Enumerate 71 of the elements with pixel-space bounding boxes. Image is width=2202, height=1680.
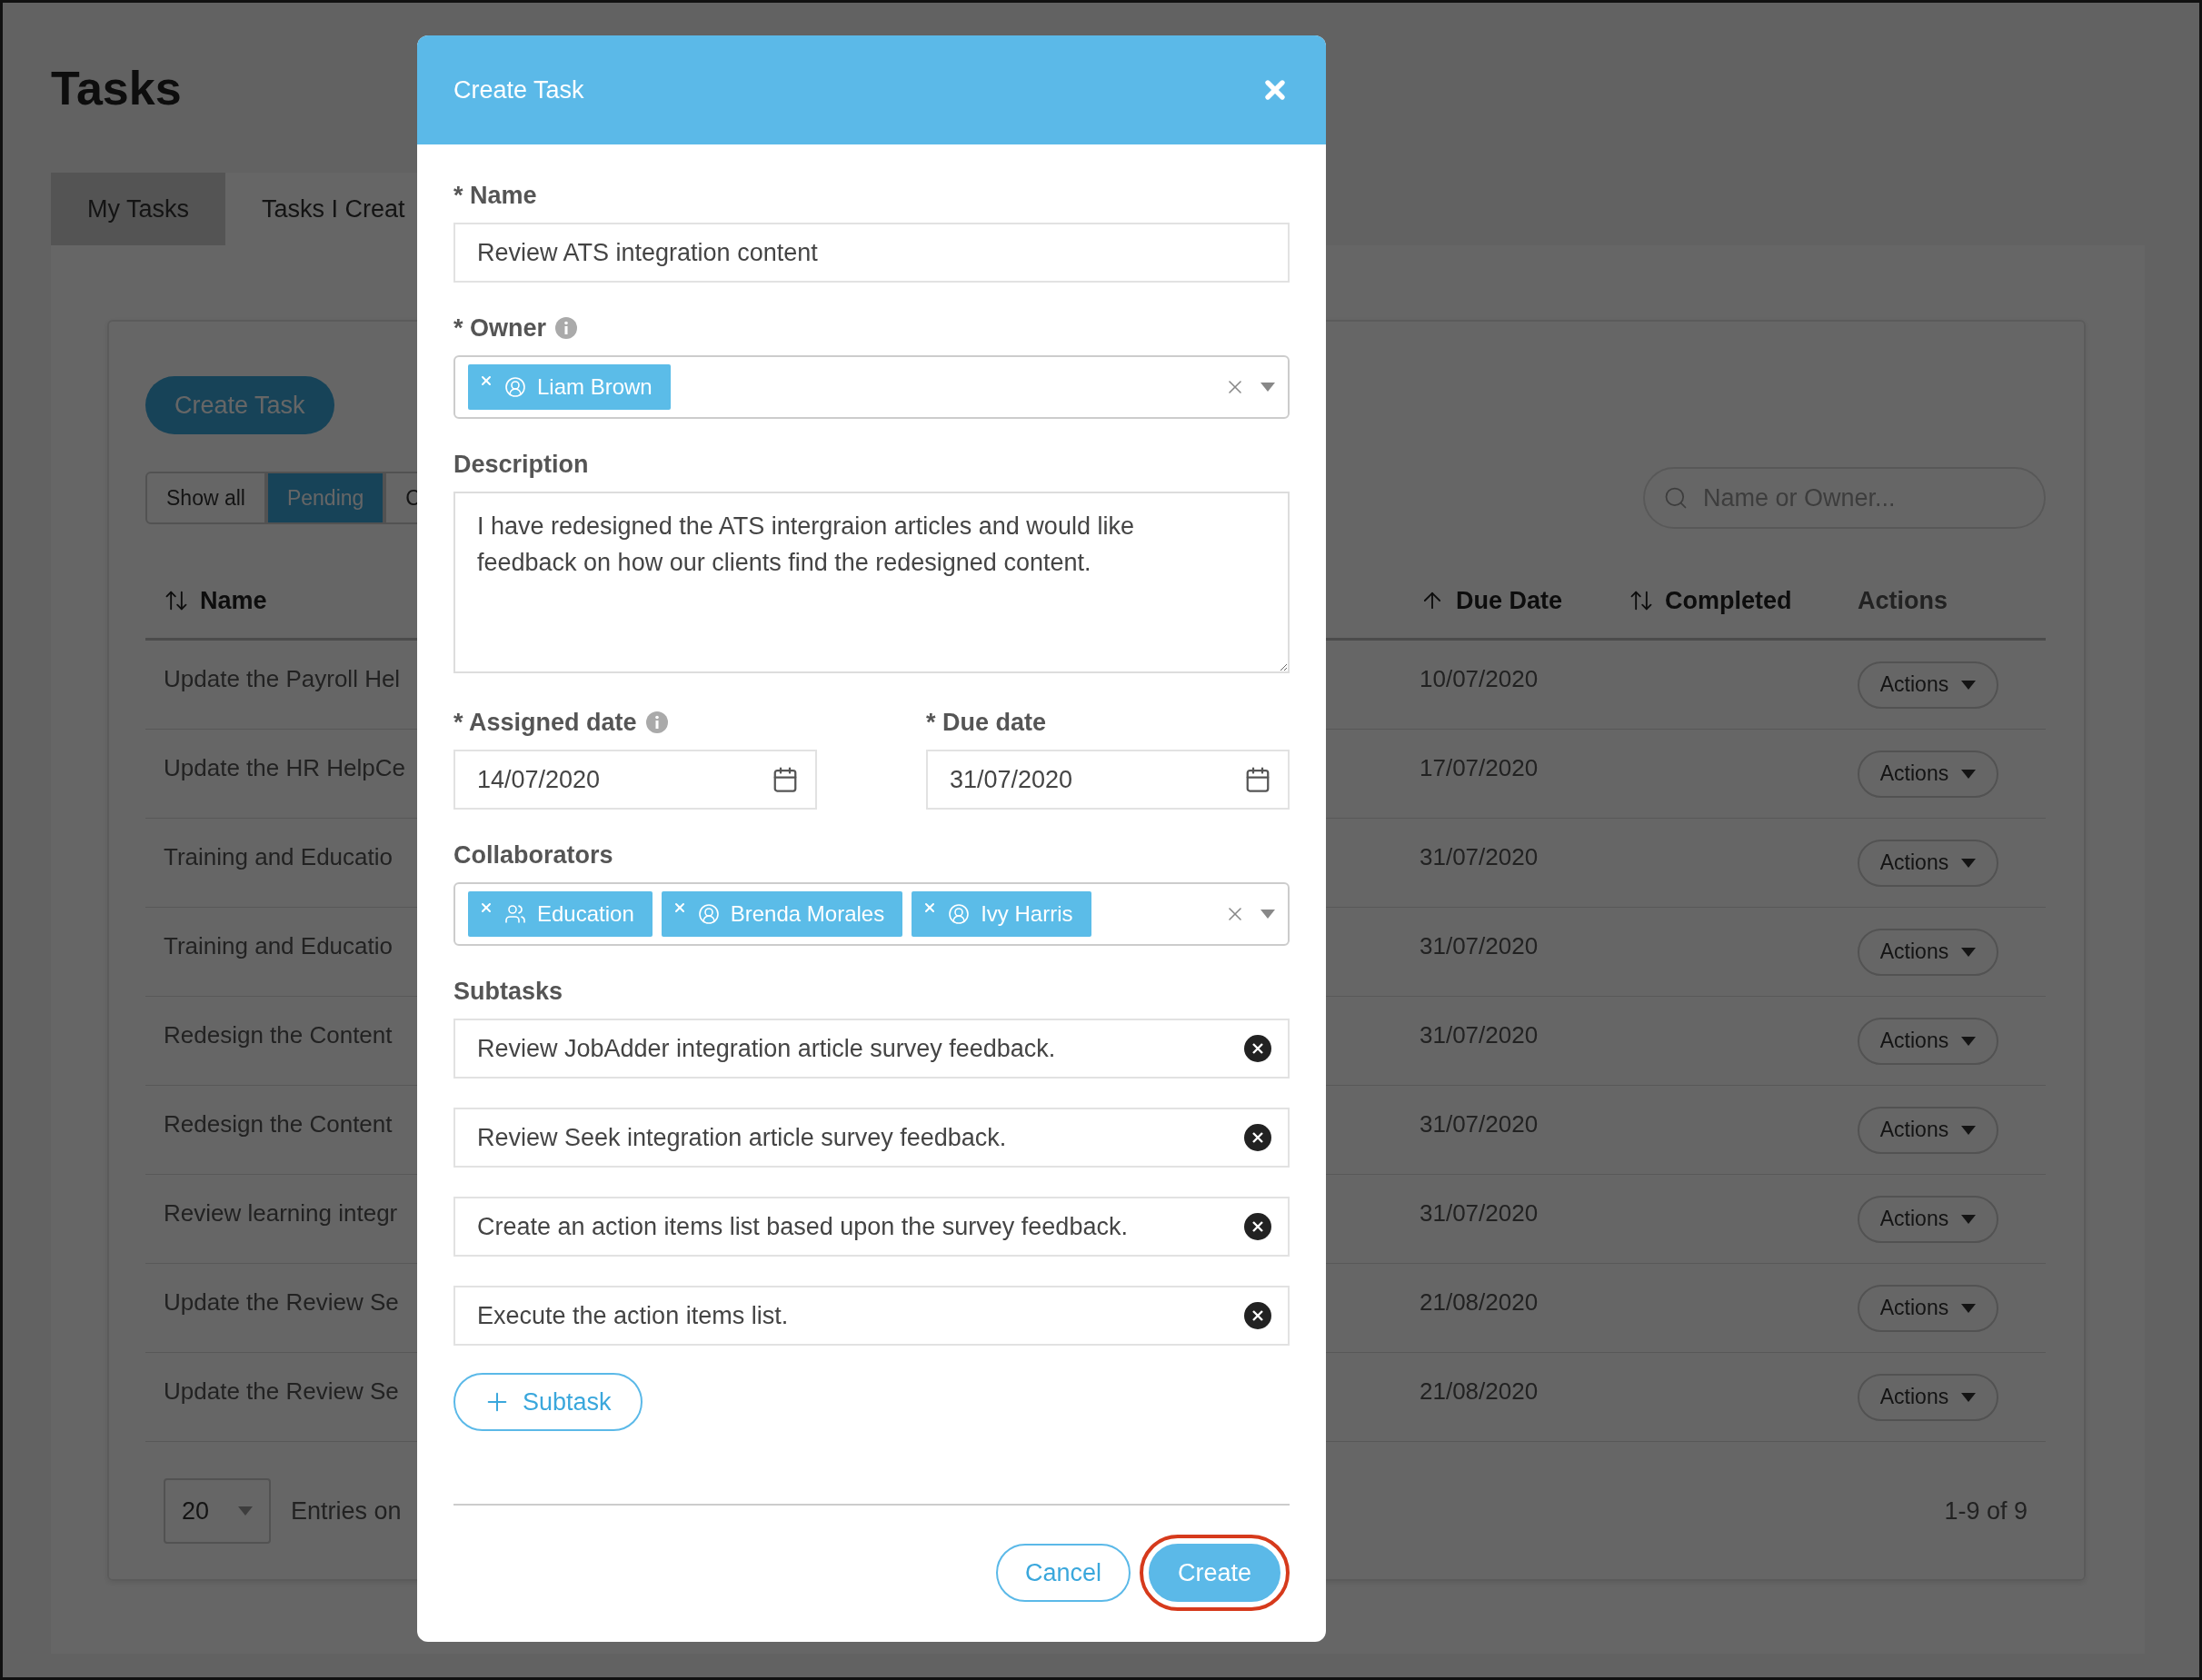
caret-icon bbox=[1961, 1125, 1977, 1135]
subtask-field[interactable]: Review Seek integration article survey feedback. bbox=[453, 1108, 1290, 1168]
cancel-button[interactable]: Cancel bbox=[995, 1544, 1131, 1602]
field-label: * Owner bbox=[453, 313, 547, 343]
dropdown-caret-icon bbox=[1260, 383, 1275, 392]
column-label: Completed bbox=[1665, 586, 1792, 615]
subtask-field[interactable]: Review JobAdder integration article survey feedback. bbox=[453, 1019, 1290, 1079]
create-task-button[interactable]: Create Task bbox=[145, 376, 334, 434]
collaborators-select[interactable]: Education Brenda Morales Ivy Harris bbox=[453, 882, 1290, 946]
caret-icon bbox=[1961, 1303, 1977, 1313]
remove-icon[interactable] bbox=[1244, 1124, 1271, 1151]
table-cell: 31/07/2020 bbox=[1420, 819, 1629, 908]
column-label: Actions bbox=[1858, 586, 1948, 615]
date-field[interactable]: 14/07/2020 bbox=[453, 750, 817, 810]
caret-icon bbox=[1961, 947, 1977, 957]
caret-icon bbox=[1961, 1392, 1977, 1402]
actions-button[interactable]: Actions bbox=[1858, 661, 1998, 709]
caret-icon bbox=[1961, 680, 1977, 690]
table-cell: 31/07/2020 bbox=[1420, 1086, 1629, 1175]
table-cell: 31/07/2020 bbox=[1420, 1175, 1629, 1264]
tab[interactable]: My Tasks bbox=[51, 173, 226, 245]
column-label: Due Date bbox=[1456, 586, 1563, 615]
caret-icon bbox=[1961, 1036, 1977, 1046]
field-label: Description bbox=[453, 450, 589, 479]
dialog-title: Create Task bbox=[453, 75, 584, 104]
subtask-field[interactable]: Execute the action items list. bbox=[453, 1286, 1290, 1346]
actions-button[interactable]: Actions bbox=[1858, 1284, 1998, 1332]
field-label: * Name bbox=[453, 181, 537, 210]
calendar-icon[interactable] bbox=[772, 766, 799, 793]
remove-icon[interactable] bbox=[1244, 1213, 1271, 1240]
actions-button[interactable]: Actions bbox=[1858, 750, 1998, 798]
caret-icon bbox=[238, 1506, 253, 1516]
owner-select[interactable]: Liam Brown bbox=[453, 355, 1290, 419]
table-cell: 10/07/2020 bbox=[1420, 641, 1629, 730]
description-field[interactable]: I have redesigned the ATS intergraion articles and would like feedback on how our clients find the redesigned content. bbox=[453, 492, 1290, 673]
table-cell: 21/08/2020 bbox=[1420, 1264, 1629, 1353]
table-cell: 21/08/2020 bbox=[1420, 1353, 1629, 1442]
actions-button[interactable]: Actions bbox=[1858, 839, 1998, 887]
add-subtask-button[interactable]: Subtask bbox=[453, 1373, 643, 1431]
caret-icon bbox=[1961, 1214, 1977, 1224]
pagination-range: 1-9 of 9 bbox=[1944, 1496, 2028, 1526]
subtask-field[interactable]: Create an action items list based upon the survey feedback. bbox=[453, 1197, 1290, 1257]
date-field[interactable]: 31/07/2020 bbox=[926, 750, 1290, 810]
actions-button[interactable]: Actions bbox=[1858, 1373, 1998, 1421]
user-icon bbox=[697, 903, 720, 925]
user-icon bbox=[948, 903, 971, 925]
search-icon bbox=[1663, 485, 1689, 511]
actions-button[interactable]: Actions bbox=[1858, 1106, 1998, 1154]
page-title: Tasks bbox=[51, 61, 182, 115]
caret-icon bbox=[1961, 769, 1977, 779]
table-cell: 17/07/2020 bbox=[1420, 730, 1629, 819]
field-label: Collaborators bbox=[453, 840, 613, 870]
actions-button[interactable]: Actions bbox=[1858, 1195, 1998, 1243]
actions-button[interactable]: Actions bbox=[1858, 1017, 1998, 1065]
actions-button[interactable]: Actions bbox=[1858, 928, 1998, 976]
page-size-select[interactable]: 20 bbox=[164, 1478, 271, 1544]
user-icon bbox=[504, 376, 526, 398]
table-cell: 31/07/2020 bbox=[1420, 908, 1629, 997]
table-cell: 31/07/2020 bbox=[1420, 997, 1629, 1086]
filter-tab[interactable]: Show all bbox=[145, 472, 266, 524]
dropdown-caret-icon bbox=[1260, 910, 1275, 919]
remove-icon[interactable] bbox=[1244, 1302, 1271, 1329]
name-field[interactable]: Review ATS integration content bbox=[453, 223, 1290, 283]
filter-tab[interactable]: Pending bbox=[265, 472, 385, 524]
column-label: Name bbox=[200, 586, 267, 615]
calendar-icon[interactable] bbox=[1244, 766, 1271, 793]
caret-icon bbox=[1961, 858, 1977, 868]
entries-label: Entries on bbox=[291, 1496, 402, 1526]
remove-icon[interactable] bbox=[1244, 1035, 1271, 1062]
chip-label: Liam Brown bbox=[537, 374, 653, 400]
group-icon bbox=[504, 903, 526, 925]
